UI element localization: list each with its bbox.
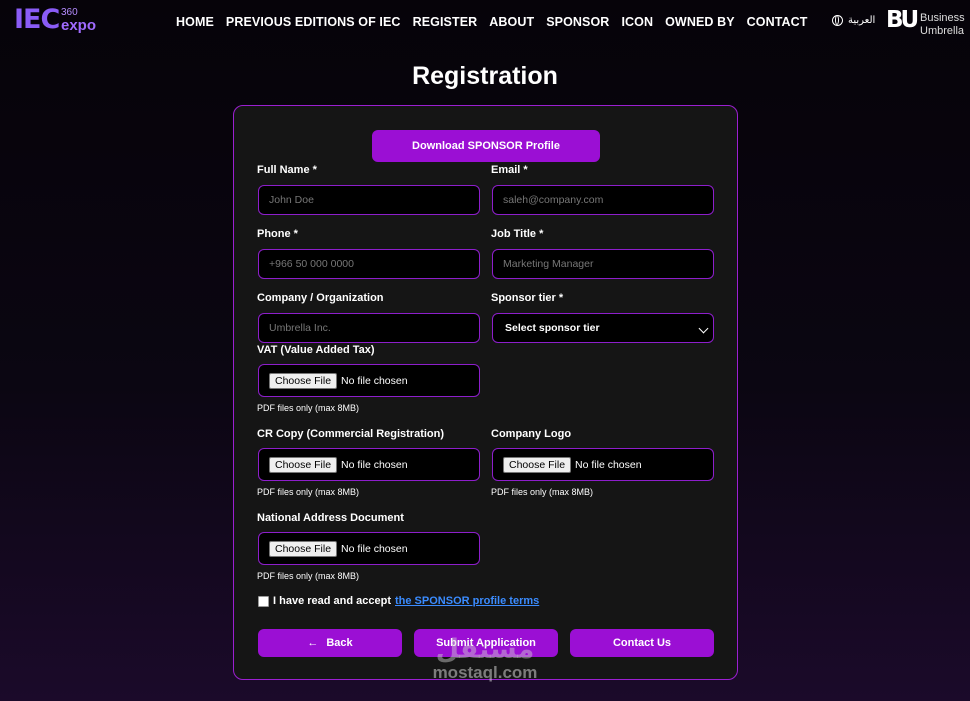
email-input[interactable] <box>492 185 714 215</box>
cr-copy-file-status: No file chosen <box>341 458 408 471</box>
top-navigation-bar: IEC 360 expo HOME PREVIOUS EDITIONS OF I… <box>0 0 970 44</box>
contact-us-button[interactable]: Contact Us <box>570 629 714 657</box>
back-button[interactable]: ← Back <box>258 629 402 657</box>
company-label: Company / Organization <box>257 292 384 304</box>
email-label: Email * <box>491 164 528 176</box>
company-logo-file-input[interactable]: Choose File No file chosen <box>492 448 714 481</box>
nav-register[interactable]: REGISTER <box>413 15 478 29</box>
company-logo-choose-file-button[interactable]: Choose File <box>503 456 572 473</box>
company-logo-hint: PDF files only (max 8MB) <box>491 487 594 497</box>
back-button-label: Back <box>326 637 353 649</box>
nav-about[interactable]: ABOUT <box>489 15 534 29</box>
company-logo-label: Company Logo <box>491 428 572 440</box>
nav-previous-editions[interactable]: PREVIOUS EDITIONS OF IEC <box>226 15 401 29</box>
submit-application-button[interactable]: Submit Application <box>414 629 558 657</box>
iec-expo-logo[interactable]: IEC 360 expo <box>14 4 100 35</box>
vat-file-status: No file chosen <box>341 374 408 387</box>
company-input[interactable] <box>258 313 480 343</box>
registration-form-card: Download SPONSOR Profile Full Name * Ema… <box>233 105 738 680</box>
cr-copy-label: CR Copy (Commercial Registration) <box>257 428 445 440</box>
nav-home[interactable]: HOME <box>176 15 214 29</box>
national-address-choose-file-button[interactable]: Choose File <box>269 540 338 557</box>
full-name-label: Full Name * <box>257 164 317 176</box>
page-title: Registration <box>412 62 558 90</box>
globe-icon <box>832 15 843 26</box>
full-name-input[interactable] <box>258 185 480 215</box>
national-address-file-input[interactable]: Choose File No file chosen <box>258 532 480 565</box>
terms-row: I have read and accept the SPONSOR profi… <box>258 595 539 607</box>
partner-logo-line2: Umbrella <box>920 25 965 37</box>
terms-link[interactable]: the SPONSOR profile terms <box>395 595 539 607</box>
chevron-down-icon <box>698 323 709 334</box>
job-title-label: Job Title * <box>491 228 544 240</box>
sponsor-tier-selected: Select sponsor tier <box>505 322 600 334</box>
nav-sponsor[interactable]: SPONSOR <box>546 15 609 29</box>
phone-input[interactable] <box>258 249 480 279</box>
download-sponsor-profile-button[interactable]: Download SPONSOR Profile <box>372 130 600 162</box>
partner-logo-mark: BU <box>886 7 919 33</box>
vat-file-input[interactable]: Choose File No file chosen <box>258 364 480 397</box>
sponsor-tier-label: Sponsor tier * <box>491 292 564 304</box>
sponsor-tier-select[interactable]: Select sponsor tier <box>492 313 714 343</box>
language-label: العربية <box>848 15 876 26</box>
phone-label: Phone * <box>257 228 298 240</box>
vat-hint: PDF files only (max 8MB) <box>257 403 360 413</box>
national-address-label: National Address Document <box>257 512 404 524</box>
arrow-left-icon: ← <box>307 637 319 649</box>
nav-owned-by[interactable]: OWNED BY <box>665 15 735 29</box>
cr-copy-file-input[interactable]: Choose File No file chosen <box>258 448 480 481</box>
terms-checkbox[interactable] <box>258 595 269 607</box>
national-address-hint: PDF files only (max 8MB) <box>257 571 360 581</box>
nav-contact[interactable]: CONTACT <box>747 15 808 29</box>
company-logo-file-status: No file chosen <box>575 458 642 471</box>
national-address-file-status: No file chosen <box>341 542 408 555</box>
nav-icon[interactable]: ICON <box>621 15 653 29</box>
cr-copy-hint: PDF files only (max 8MB) <box>257 487 360 497</box>
vat-label: VAT (Value Added Tax) <box>257 344 375 356</box>
logo-sub: expo <box>61 17 97 34</box>
job-title-input[interactable] <box>492 249 714 279</box>
main-nav: HOME PREVIOUS EDITIONS OF IEC REGISTER A… <box>176 15 820 29</box>
vat-choose-file-button[interactable]: Choose File <box>269 372 338 389</box>
terms-text: I have read and accept <box>273 595 391 607</box>
cr-copy-choose-file-button[interactable]: Choose File <box>269 456 338 473</box>
language-switcher[interactable]: العربية <box>832 15 875 26</box>
logo-brand: IEC <box>14 4 60 35</box>
partner-logo-line1: Business <box>920 12 965 24</box>
